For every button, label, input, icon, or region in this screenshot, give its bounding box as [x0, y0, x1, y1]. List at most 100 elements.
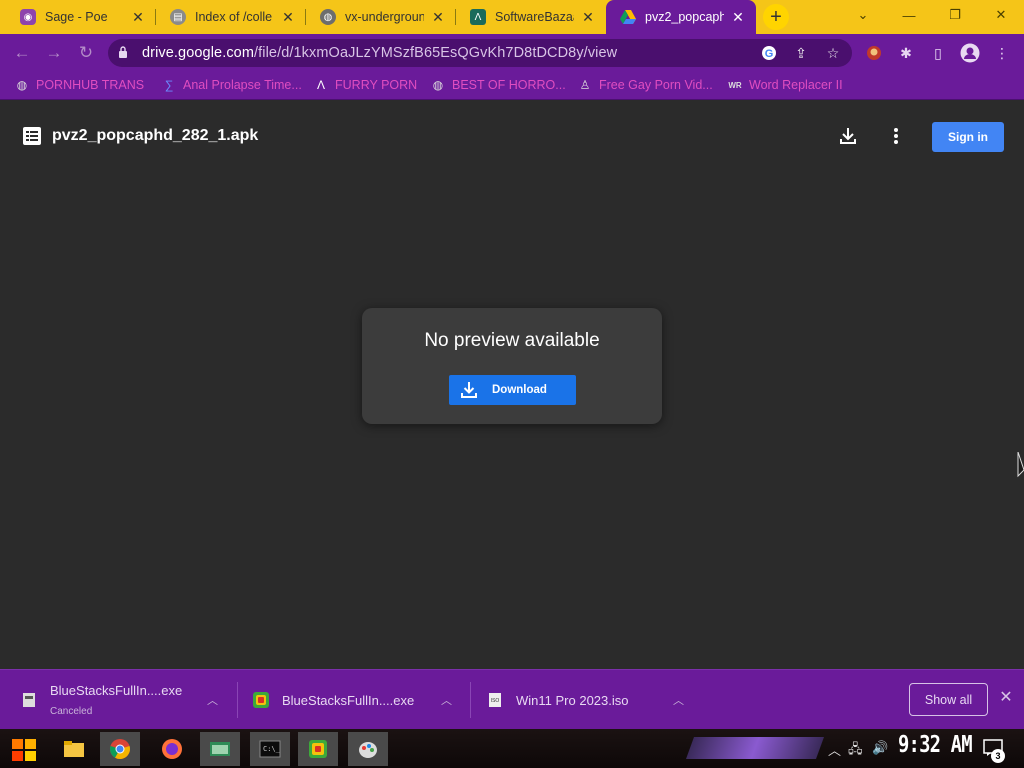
tab-poe[interactable]: ◉ Sage - Poe ✕	[6, 0, 156, 34]
chevron-up-icon[interactable]: ︿	[207, 692, 218, 708]
close-icon[interactable]: ✕	[280, 9, 296, 25]
chevron-up-icon[interactable]: ︿	[441, 692, 452, 708]
terminal-icon: C:\_	[259, 740, 281, 758]
star-icon[interactable]: ☆	[824, 44, 842, 62]
mouse-cursor-icon	[1017, 452, 1024, 478]
tab-label: SoftwareBazaa	[495, 10, 574, 24]
download-filename: BlueStacksFullIn....exe	[50, 683, 183, 698]
globe-icon: ◍	[320, 9, 336, 25]
taskbar-chrome[interactable]	[100, 732, 140, 766]
download-item[interactable]: BlueStacksFullIn....exe ︿	[252, 670, 458, 730]
taskbar-terminal[interactable]: C:\_	[250, 732, 290, 766]
notification-badge: 3	[991, 749, 1005, 763]
document-icon	[23, 127, 41, 145]
tab-strip: ◉ Sage - Poe ✕ ▤ Index of /colle ✕ ◍ vx-…	[0, 0, 1024, 34]
tab-label: pvz2_popcaphd	[645, 10, 724, 24]
download-item[interactable]: ISO Win11 Pro 2023.iso ︿	[486, 670, 692, 730]
no-preview-panel: No preview available Download	[362, 308, 662, 424]
sign-in-button[interactable]: Sign in	[932, 122, 1004, 152]
chevron-up-icon[interactable]: ︿	[673, 692, 684, 708]
tab-index[interactable]: ▤ Index of /colle ✕	[156, 0, 306, 34]
download-item[interactable]: BlueStacksFullIn....exe Canceled ︿	[20, 670, 226, 730]
address-bar[interactable]: drive.google.com/file/d/1kxmOaJLzYMSzfB6…	[108, 39, 852, 67]
restore-button[interactable]: ❐	[932, 0, 978, 30]
softwarebazaar-icon: Λ	[470, 9, 486, 25]
bookmark-item[interactable]: ♙ Free Gay Porn Vid...	[577, 77, 713, 93]
iso-file-icon: ISO	[486, 691, 504, 709]
taskbar-paint[interactable]	[348, 732, 388, 766]
bookmark-icon: Λ	[316, 78, 325, 92]
side-panel-icon[interactable]: ▯	[928, 43, 948, 63]
back-arrow-icon[interactable]: ←	[11, 42, 33, 64]
close-icon[interactable]: ✕	[998, 689, 1014, 706]
bookmark-item[interactable]: ◍ BEST OF HORRO...	[430, 77, 566, 93]
reload-icon[interactable]: ↻	[75, 42, 97, 64]
network-icon[interactable]: 🖧	[848, 740, 863, 762]
app-window-icon	[210, 742, 230, 756]
divider	[237, 682, 238, 718]
bookmark-label: BEST OF HORRO...	[452, 78, 566, 92]
start-button[interactable]	[4, 732, 44, 766]
show-hidden-icons[interactable]: ︿	[828, 740, 841, 759]
download-button-label: Download	[492, 384, 547, 396]
download-shelf: BlueStacksFullIn....exe Canceled ︿ BlueS…	[0, 669, 1024, 729]
extensions-puzzle-icon[interactable]: ✱	[896, 43, 916, 63]
drive-header: pvz2_popcaphd_282_1.apk Sign in	[0, 101, 1024, 171]
globe-icon: ◍	[432, 78, 444, 92]
more-options-icon[interactable]	[886, 126, 906, 146]
windows-taskbar: C:\_ ︿ 🖧 🔊 9:32 AM 3	[0, 729, 1024, 768]
profile-extension-icon[interactable]	[864, 43, 884, 63]
chrome-menu-icon[interactable]: ⋮	[992, 43, 1012, 63]
download-icon	[461, 382, 477, 398]
poe-icon: ◉	[20, 9, 36, 25]
volume-icon[interactable]: 🔊	[872, 740, 888, 756]
bookmark-label: Anal Prolapse Time...	[183, 78, 302, 92]
bookmark-item[interactable]: Λ FURRY PORN	[313, 77, 417, 93]
profile-avatar-icon[interactable]	[960, 43, 980, 63]
tab-drive-active[interactable]: pvz2_popcaphd ✕	[606, 0, 756, 34]
tab-search-icon[interactable]: ⌄	[840, 0, 886, 30]
bookmark-label: Word Replacer II	[749, 78, 843, 92]
download-filename: Win11 Pro 2023.iso	[516, 692, 629, 708]
url-text: drive.google.com/file/d/1kxmOaJLzYMSzfB6…	[142, 45, 617, 61]
bookmark-item[interactable]: ◍ PORNHUB TRANS	[14, 77, 144, 93]
taskbar-app[interactable]	[200, 732, 240, 766]
bookmark-icon: ∑	[164, 78, 174, 92]
tab-vx-underground[interactable]: ◍ vx-undergroun ✕	[306, 0, 456, 34]
bookmarks-bar: ◍ PORNHUB TRANS ∑ Anal Prolapse Time... …	[0, 72, 1024, 100]
share-icon[interactable]: ⇪	[792, 44, 810, 62]
google-lens-icon[interactable]: G	[760, 44, 778, 62]
minimize-button[interactable]: —	[886, 0, 932, 30]
download-button[interactable]: Download	[449, 375, 576, 405]
lock-icon[interactable]	[118, 46, 128, 58]
download-icon[interactable]	[838, 126, 858, 146]
close-icon[interactable]: ✕	[130, 9, 146, 25]
tab-softwarebazaar[interactable]: Λ SoftwareBazaa ✕	[456, 0, 606, 34]
bluestacks-icon	[252, 691, 270, 709]
taskbar-bluestacks[interactable]	[298, 732, 338, 766]
show-all-button[interactable]: Show all	[909, 683, 988, 716]
close-icon[interactable]: ✕	[580, 9, 596, 25]
tab-label: vx-undergroun	[345, 10, 424, 24]
taskbar-firefox[interactable]	[152, 732, 192, 766]
paint-icon	[359, 742, 377, 758]
url-host: drive.google.com	[142, 45, 255, 61]
download-status: Canceled	[50, 706, 93, 717]
chrome-icon	[110, 739, 130, 760]
close-window-button[interactable]: ✕	[978, 0, 1024, 30]
close-icon[interactable]: ✕	[430, 9, 446, 25]
forward-arrow-icon[interactable]: →	[43, 42, 65, 64]
no-preview-message: No preview available	[424, 330, 600, 351]
globe-icon: ◍	[16, 78, 28, 92]
close-icon[interactable]: ✕	[730, 9, 746, 25]
bookmark-label: FURRY PORN	[335, 78, 418, 92]
tab-label: Sage - Poe	[45, 10, 108, 24]
taskbar-file-explorer[interactable]	[54, 732, 94, 766]
svg-text:C:\_: C:\_	[263, 745, 281, 753]
bookmark-item[interactable]: ∑ Anal Prolapse Time...	[161, 77, 302, 93]
new-tab-button[interactable]: +	[763, 4, 789, 30]
system-clock[interactable]: 9:32 AM	[898, 732, 973, 758]
bookmark-item[interactable]: WR Word Replacer II	[727, 77, 843, 93]
extension-icon: WR	[728, 80, 742, 90]
svg-text:ISO: ISO	[491, 698, 500, 704]
